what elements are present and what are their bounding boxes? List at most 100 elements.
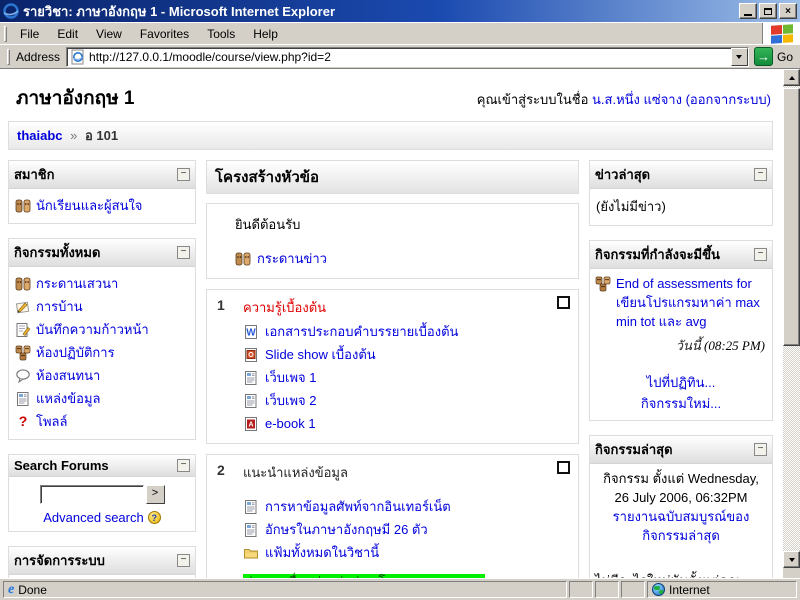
- section-number: 2: [207, 455, 237, 578]
- menu-favorites[interactable]: Favorites: [131, 25, 198, 43]
- scroll-down-button[interactable]: [783, 551, 800, 568]
- news-forum-link[interactable]: กระดานข่าว: [257, 247, 327, 270]
- webpage-icon: [243, 499, 259, 515]
- activity-journals-link[interactable]: บันทึกความก้าวหน้า: [36, 320, 149, 339]
- resource-link[interactable]: เว็บเพจ 1: [265, 366, 316, 389]
- section-summary: แนะนำแหล่งข้อมูล: [243, 463, 534, 483]
- collapse-block-button[interactable]: −: [177, 168, 190, 181]
- list-item: กระดานเสวนา: [14, 272, 190, 295]
- list-item: ? โพลล์: [14, 410, 190, 433]
- breadcrumb-separator: »: [70, 128, 77, 143]
- scrollbar-thumb[interactable]: [783, 88, 800, 346]
- address-label: Address: [16, 50, 60, 64]
- menu-edit[interactable]: Edit: [48, 25, 87, 43]
- section-summary: ยินดีต้อนรับ: [235, 214, 576, 235]
- browser-window: รายวิชา: ภาษาอังกฤษ 1 - Microsoft Intern…: [0, 0, 800, 600]
- block-title: ข่าวล่าสุด: [595, 164, 650, 185]
- scroll-up-button[interactable]: [783, 69, 800, 86]
- topic-section-0: ยินดีต้อนรับ กระดานข่าว: [206, 203, 579, 279]
- activity-choices-link[interactable]: โพลล์: [36, 412, 67, 431]
- activity-assignments-link[interactable]: การบ้าน: [36, 297, 83, 316]
- logged-in-user-link[interactable]: น.ส.หนึ่ง แซ่จาง: [592, 92, 682, 107]
- ie-status-icon: e: [8, 583, 14, 597]
- status-pane: [569, 581, 593, 598]
- help-icon[interactable]: ?: [148, 511, 161, 524]
- event-date: วันนี้ (08:25 PM): [595, 335, 765, 356]
- toolbar-grip[interactable]: [7, 49, 10, 65]
- logout-link[interactable]: (ออกจากระบบ): [686, 92, 771, 107]
- list-item: ห้องสนทนา: [14, 364, 190, 387]
- page-title: ภาษาอังกฤษ 1: [16, 83, 134, 113]
- toolbar-grip[interactable]: [4, 26, 7, 42]
- collapse-block-button[interactable]: −: [177, 459, 190, 472]
- go-to-calendar-link[interactable]: ไปที่ปฏิทิน...: [647, 375, 716, 390]
- resource-link[interactable]: การหาข้อมูลศัพท์จากอินเทอร์เน็ต: [265, 495, 451, 518]
- status-text: Done: [18, 583, 47, 597]
- collapse-block-button[interactable]: −: [754, 443, 767, 456]
- menu-tools[interactable]: Tools: [198, 25, 244, 43]
- resource-link[interactable]: เว็บเพจ 2: [265, 389, 316, 412]
- breadcrumb-site-link[interactable]: thaiabc: [17, 128, 63, 143]
- go-button[interactable]: →: [754, 47, 773, 66]
- full-report-link[interactable]: รายงานฉบับสมบูรณ์ของกิจกรรมล่าสุด: [613, 509, 750, 543]
- vertical-scrollbar[interactable]: [783, 69, 800, 578]
- show-only-topic-box[interactable]: [557, 461, 570, 474]
- collapse-block-button[interactable]: −: [754, 168, 767, 181]
- new-event-link[interactable]: กิจกรรมใหม่...: [641, 396, 721, 411]
- block-title: การจัดการระบบ: [14, 550, 105, 571]
- window-title: รายวิชา: ภาษาอังกฤษ 1 - Microsoft Intern…: [23, 1, 737, 22]
- chevron-down-icon: [789, 558, 795, 562]
- windows-logo-icon: [762, 23, 800, 45]
- collapse-block-button[interactable]: −: [754, 248, 767, 261]
- internet-zone-icon: [652, 583, 665, 596]
- activity-chats-link[interactable]: ห้องสนทนา: [36, 366, 100, 385]
- collapse-block-button[interactable]: −: [177, 246, 190, 259]
- list-item: A e-book 1: [243, 412, 534, 435]
- resource-link[interactable]: Slide show เบื้องต้น: [265, 343, 376, 366]
- menu-help[interactable]: Help: [244, 25, 287, 43]
- resource-link[interactable]: e-book 1: [265, 412, 316, 435]
- folder-icon: [243, 545, 259, 561]
- event-day-link[interactable]: วันนี้: [676, 338, 701, 353]
- resource-link[interactable]: เอกสารประกอบคำบรรยายเบื้องต้น: [265, 320, 458, 343]
- resource-link[interactable]: อักษรในภาษาอังกฤษมี 26 ตัว: [265, 518, 428, 541]
- collapse-block-button[interactable]: −: [177, 554, 190, 567]
- address-dropdown-button[interactable]: [731, 48, 748, 66]
- list-item: เว็บเพจ 1: [243, 366, 534, 389]
- show-only-topic-box[interactable]: [557, 296, 570, 309]
- event-item: End of assessments for เขียนโปรแกรมหาค่า…: [595, 274, 767, 331]
- activity-resources-link[interactable]: แหล่งข้อมูล: [36, 389, 101, 408]
- chevron-up-icon: [789, 76, 795, 80]
- status-bar: e Done Internet: [0, 578, 800, 600]
- block-latest-news: ข่าวล่าสุด − (ยังไม่มีข่าว): [589, 160, 773, 226]
- search-submit-button[interactable]: >: [146, 485, 165, 504]
- go-label[interactable]: Go: [777, 50, 793, 64]
- section-summary: ความรู้เบื้องต้น: [243, 298, 534, 318]
- login-info: คุณเข้าสู่ระบบในชื่อ น.ส.หนึ่ง แซ่จาง (อ…: [477, 89, 771, 110]
- assignment-icon: [15, 299, 31, 315]
- menu-file[interactable]: File: [11, 25, 48, 43]
- menu-view[interactable]: View: [87, 25, 131, 43]
- participants-link[interactable]: นักเรียนและผู้สนใจ: [36, 196, 142, 215]
- minimize-button[interactable]: [739, 3, 757, 19]
- event-link[interactable]: End of assessments for เขียนโปรแกรมหาค่า…: [616, 274, 767, 331]
- search-input[interactable]: [40, 485, 144, 504]
- event-time: (08:25 PM): [704, 338, 765, 353]
- restore-button[interactable]: [759, 3, 777, 19]
- webpage-icon: [243, 393, 259, 409]
- chat-icon: [15, 368, 31, 384]
- word-icon: W: [243, 324, 259, 340]
- advanced-search-link[interactable]: Advanced search: [43, 510, 143, 525]
- address-url[interactable]: http://127.0.0.1/moodle/course/view.php?…: [89, 50, 731, 64]
- activity-workshops-link[interactable]: ห้องปฏิบัติการ: [36, 343, 115, 362]
- close-button[interactable]: ×: [779, 3, 797, 19]
- address-input[interactable]: http://127.0.0.1/moodle/course/view.php?…: [66, 47, 749, 67]
- forum-icon: [15, 276, 31, 292]
- folder-link[interactable]: แฟ้มทั้งหมดในวิชานี้: [265, 541, 379, 564]
- block-upcoming-events: กิจกรรมที่กำลังจะมีขึ้น −: [589, 240, 773, 421]
- ie-page-icon: [70, 49, 86, 65]
- login-prefix: คุณเข้าสู่ระบบในชื่อ: [477, 92, 589, 107]
- block-title: Search Forums: [14, 458, 109, 473]
- list-item: Slide show เบื้องต้น: [243, 343, 534, 366]
- activity-forums-link[interactable]: กระดานเสวนา: [36, 274, 118, 293]
